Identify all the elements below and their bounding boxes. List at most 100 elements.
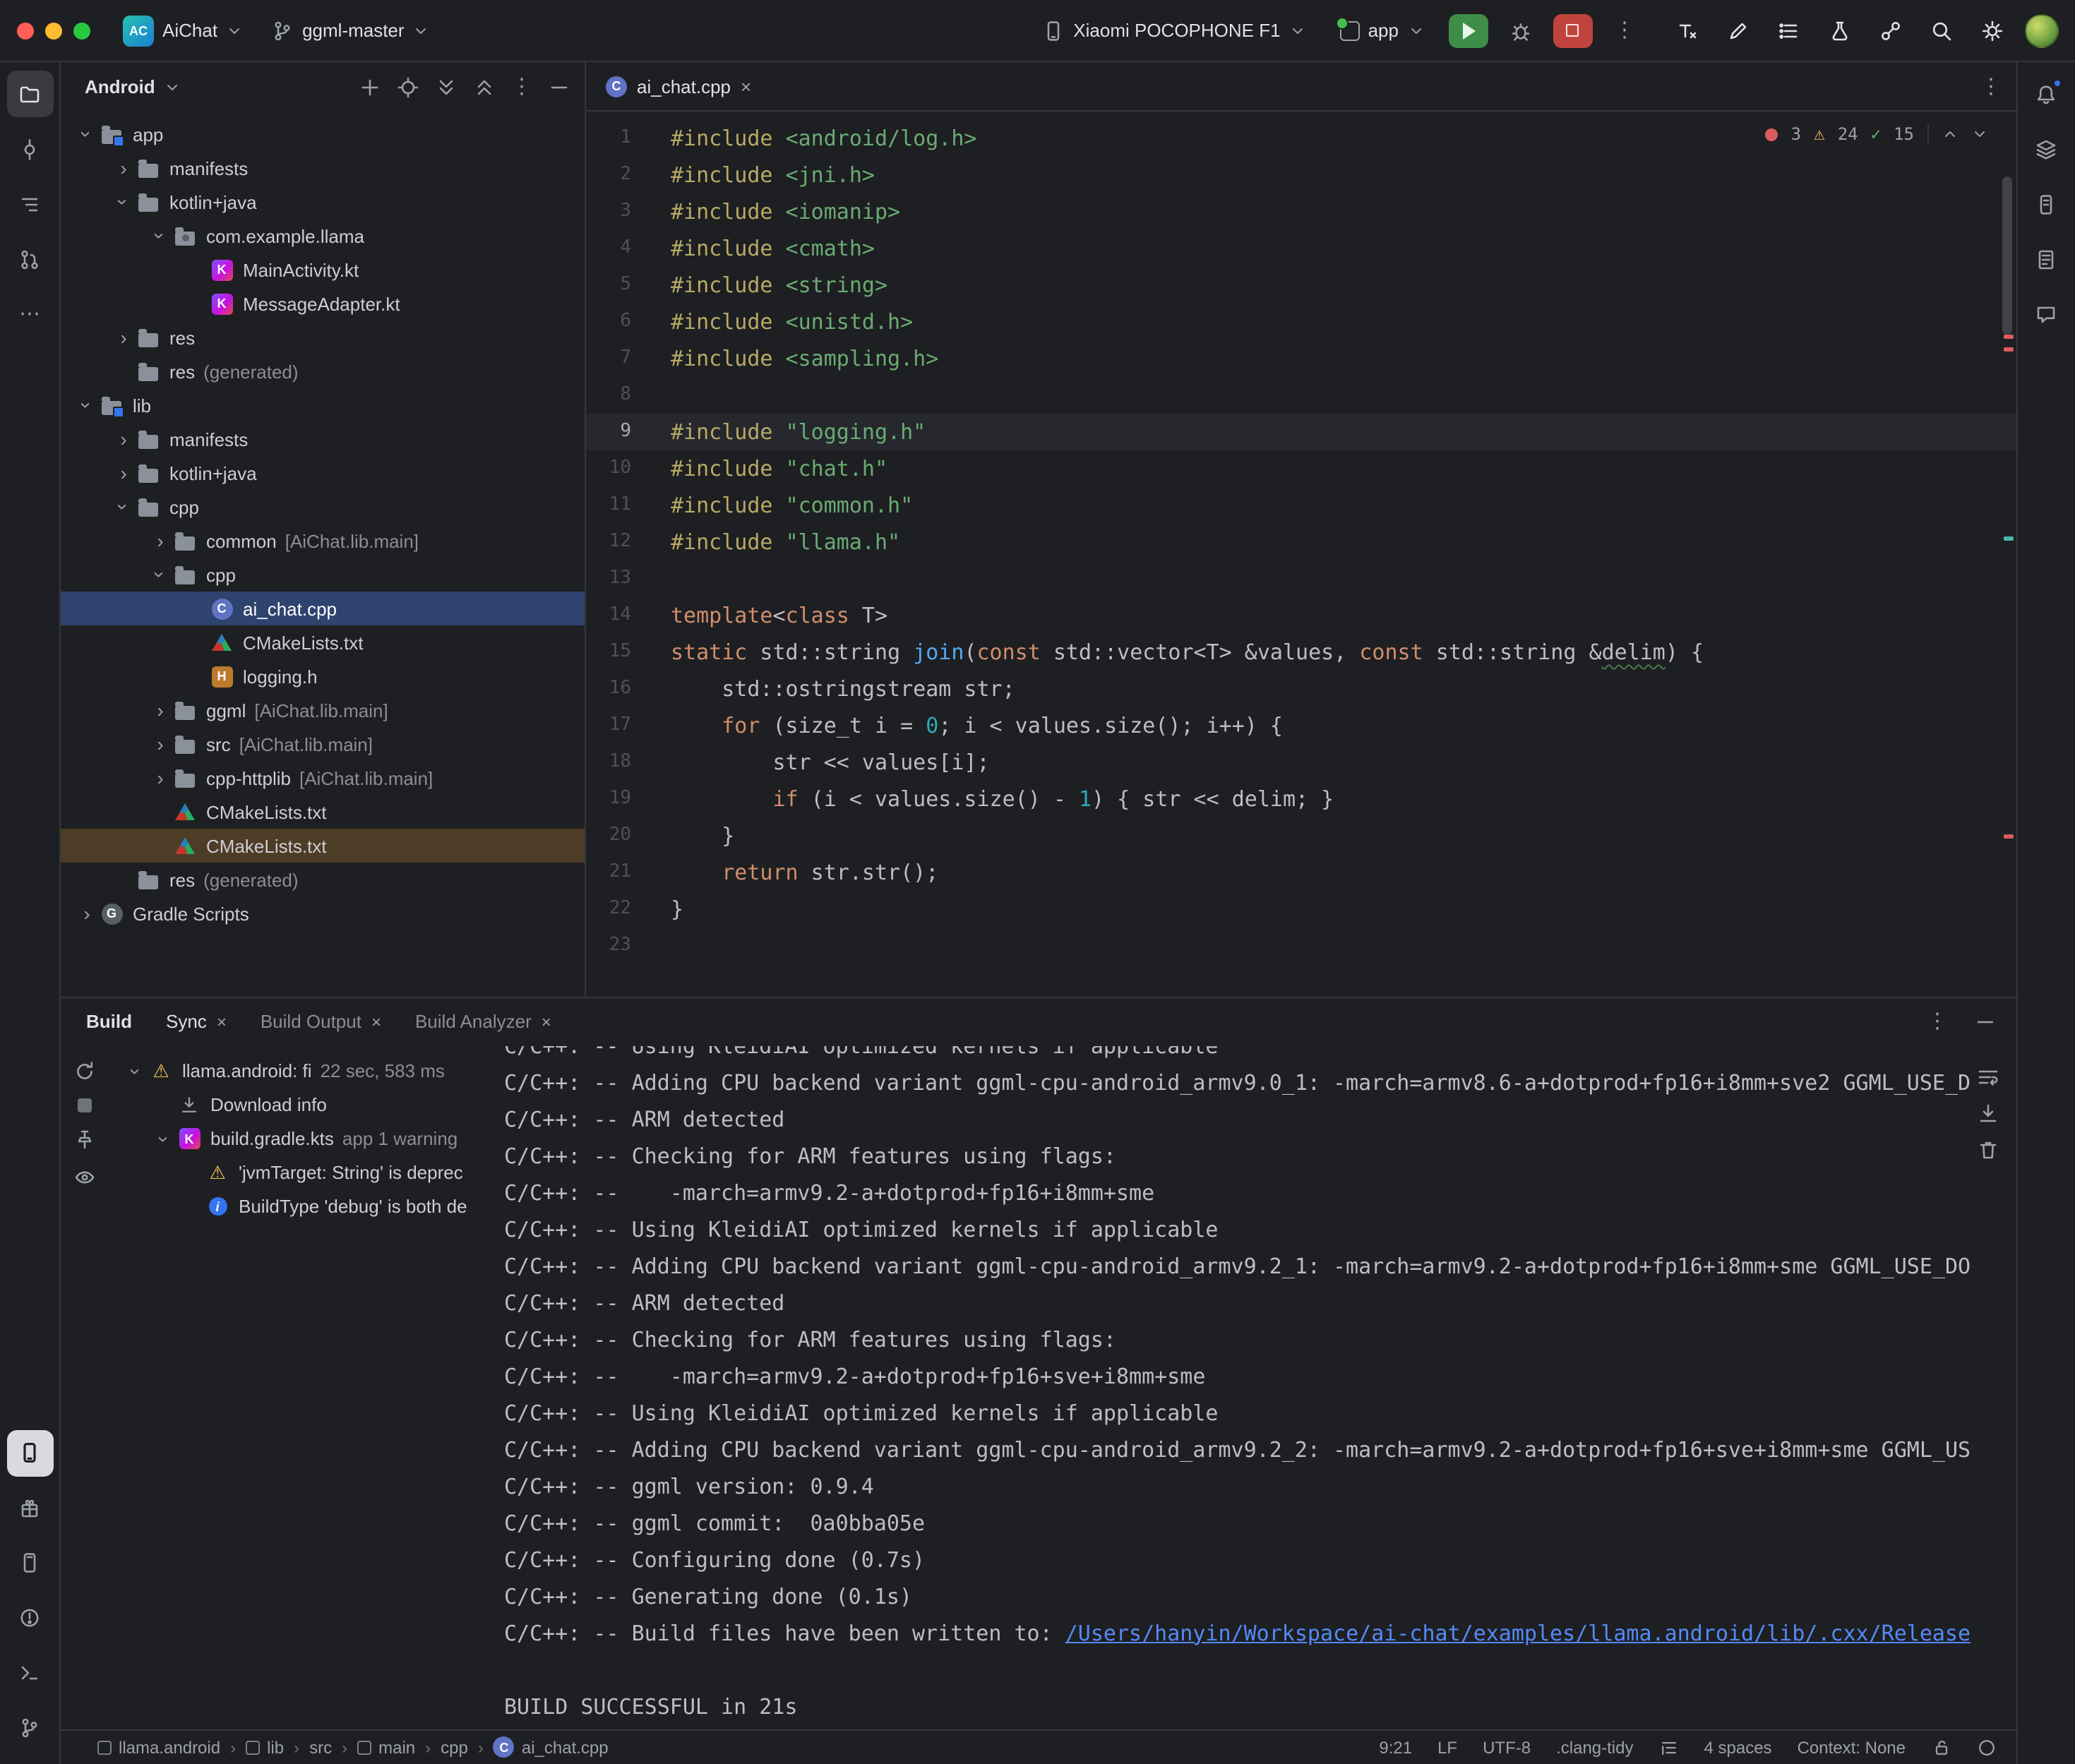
code-line[interactable]: 3#include <iomanip>: [586, 193, 2016, 230]
project-tree-row[interactable]: KMessageAdapter.kt: [61, 287, 585, 320]
project-tree-row[interactable]: CMakeLists.txt: [61, 795, 585, 829]
line-number[interactable]: 15: [586, 634, 645, 671]
build-tab-build-analyzer[interactable]: Build Analyzer×: [415, 1011, 551, 1032]
code-line[interactable]: 20 }: [586, 817, 2016, 854]
project-tree-row[interactable]: CMakeLists.txt: [61, 625, 585, 659]
build-tree-row[interactable]: ›⚠llama.android: fi22 sec, 583 ms: [107, 1054, 504, 1088]
project-tree-row[interactable]: ›res: [61, 320, 585, 354]
vcs-stripe-mark[interactable]: [2003, 536, 2013, 541]
options-kebab-icon[interactable]: ⋮: [511, 76, 532, 97]
formatter-icon[interactable]: [1659, 1737, 1679, 1757]
hide-panel-icon[interactable]: [1973, 1010, 1996, 1033]
project-view-selector[interactable]: Android: [85, 76, 155, 97]
search-everywhere-button[interactable]: [1922, 12, 1959, 49]
breadcrumb-item[interactable]: cpp: [441, 1737, 468, 1757]
line-number[interactable]: 12: [586, 524, 645, 560]
more-tool-windows-button[interactable]: ⋯: [6, 291, 53, 337]
build-tree-row[interactable]: ⚠'jvmTarget: String' is deprec: [107, 1156, 504, 1189]
project-tree-row[interactable]: Cai_chat.cpp: [61, 592, 585, 625]
code-line[interactable]: 16 std::ostringstream str;: [586, 671, 2016, 707]
clang-tidy-indicator[interactable]: .clang-tidy: [1556, 1737, 1633, 1757]
structure-tool-button[interactable]: [6, 181, 53, 227]
build-tree-row[interactable]: ›Kbuild.gradle.ktsapp 1 warning: [107, 1122, 504, 1156]
line-number[interactable]: 17: [586, 707, 645, 744]
build-tree-row[interactable]: Download info: [107, 1088, 504, 1122]
build-tree-row[interactable]: iBuildType 'debug' is both de: [107, 1189, 504, 1223]
project-selector[interactable]: AC AiChat: [113, 9, 253, 52]
line-number[interactable]: 10: [586, 450, 645, 487]
line-number[interactable]: 7: [586, 340, 645, 377]
code-line[interactable]: 7#include <sampling.h>: [586, 340, 2016, 377]
code-line[interactable]: 10#include "chat.h": [586, 450, 2016, 487]
code-line[interactable]: 2#include <jni.h>: [586, 157, 2016, 193]
device-manager-tool-button[interactable]: [6, 1540, 53, 1586]
line-number[interactable]: 13: [586, 560, 645, 597]
eye-icon[interactable]: [73, 1165, 95, 1188]
line-separator[interactable]: LF: [1437, 1737, 1457, 1757]
profile-avatar[interactable]: [2024, 13, 2058, 47]
line-number[interactable]: 23: [586, 928, 645, 964]
dependencies-button[interactable]: [1872, 12, 1908, 49]
lock-icon[interactable]: [1931, 1737, 1951, 1757]
close-window-button[interactable]: [17, 22, 34, 39]
code-line[interactable]: 19 if (i < values.size() - 1) { str << d…: [586, 781, 2016, 817]
refresh-icon[interactable]: [73, 1060, 95, 1082]
add-icon[interactable]: [359, 76, 381, 98]
project-tree-row[interactable]: ›cpp: [61, 490, 585, 524]
profiler-tool-button[interactable]: [6, 1484, 53, 1531]
line-number[interactable]: 9: [586, 414, 645, 450]
console-file-link[interactable]: /Users/hanyin/Workspace/ai-chat/examples…: [1065, 1620, 1971, 1645]
project-tree-row[interactable]: ›com.example.llama: [61, 219, 585, 253]
debug-button[interactable]: [1502, 12, 1538, 49]
error-stripe-mark[interactable]: [2003, 834, 2013, 839]
device-explorer-tool-button[interactable]: [2023, 181, 2069, 227]
app-quality-insights-tool-button[interactable]: [2023, 291, 2069, 337]
breadcrumb-item[interactable]: src: [309, 1737, 332, 1757]
close-tab-icon[interactable]: ×: [371, 1012, 381, 1031]
breadcrumb-item[interactable]: Cai_chat.cpp: [494, 1736, 609, 1758]
task-list-button[interactable]: [1770, 12, 1807, 49]
options-kebab-icon[interactable]: ⋮: [1927, 1011, 1948, 1032]
zoom-window-button[interactable]: [73, 22, 90, 39]
editor-options-kebab-icon[interactable]: ⋮: [1980, 76, 2002, 97]
code-line[interactable]: 17 for (size_t i = 0; i < values.size();…: [586, 707, 2016, 744]
project-tree-row[interactable]: Hlogging.h: [61, 659, 585, 693]
line-number[interactable]: 8: [586, 377, 645, 414]
project-tree-row[interactable]: ›src[AiChat.lib.main]: [61, 727, 585, 761]
notifications-tool-button[interactable]: [2023, 71, 2069, 117]
compose-button[interactable]: [1719, 12, 1756, 49]
expand-all-icon[interactable]: [435, 76, 458, 98]
build-tab-sync[interactable]: Sync×: [166, 1011, 227, 1032]
minimize-window-button[interactable]: [45, 22, 62, 39]
project-tree-row[interactable]: ›lib: [61, 388, 585, 422]
line-number[interactable]: 19: [586, 781, 645, 817]
line-number[interactable]: 18: [586, 744, 645, 781]
project-tree-row[interactable]: ›manifests: [61, 422, 585, 456]
next-problem-icon[interactable]: [1971, 126, 1987, 143]
vcs-branch-selector[interactable]: ggml-master: [261, 13, 440, 47]
project-tree-row[interactable]: res(generated): [61, 863, 585, 896]
line-number[interactable]: 21: [586, 854, 645, 891]
project-tree-row[interactable]: ›common[AiChat.lib.main]: [61, 524, 585, 558]
project-tree-row[interactable]: ›kotlin+java: [61, 185, 585, 219]
experiments-button[interactable]: [1821, 12, 1858, 49]
version-control-tool-button[interactable]: [6, 1705, 53, 1751]
project-tool-button[interactable]: [6, 71, 53, 117]
line-number[interactable]: 4: [586, 230, 645, 267]
project-tree-row[interactable]: res(generated): [61, 354, 585, 388]
project-tree-row[interactable]: ›GGradle Scripts: [61, 896, 585, 930]
code-line[interactable]: 21 return str.str();: [586, 854, 2016, 891]
close-tab-icon[interactable]: ×: [217, 1012, 227, 1031]
project-tree-row[interactable]: ›cpp: [61, 558, 585, 592]
error-stripe-mark[interactable]: [2003, 335, 2013, 339]
line-number[interactable]: 20: [586, 817, 645, 854]
line-number[interactable]: 1: [586, 120, 645, 157]
pin-icon[interactable]: [73, 1127, 95, 1150]
layout-inspector-tool-button[interactable]: [2023, 236, 2069, 282]
more-run-actions-button[interactable]: ⋮: [1606, 12, 1643, 49]
line-number[interactable]: 2: [586, 157, 645, 193]
project-tree-row[interactable]: KMainActivity.kt: [61, 253, 585, 287]
notifications-status-icon[interactable]: [1976, 1737, 1996, 1757]
commit-tool-button[interactable]: [6, 126, 53, 172]
collapse-all-icon[interactable]: [473, 76, 496, 98]
